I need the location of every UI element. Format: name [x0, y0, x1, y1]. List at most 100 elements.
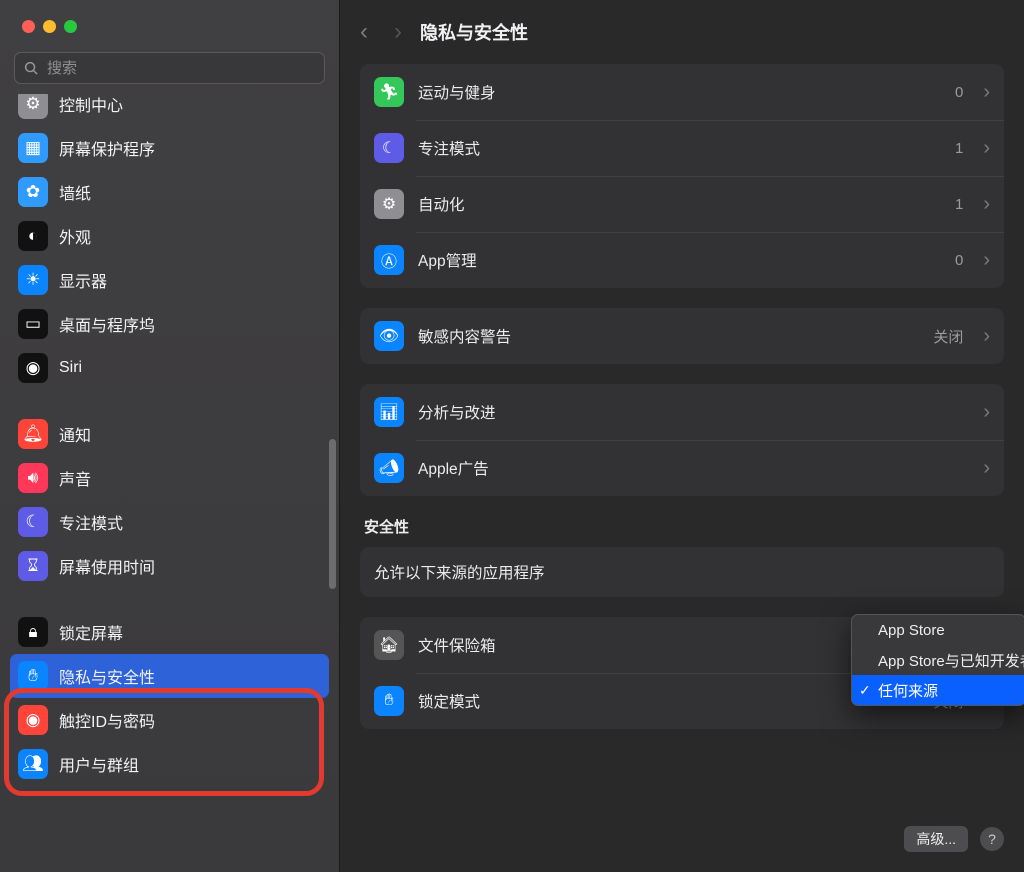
search-icon [24, 61, 39, 76]
hourglass-icon: ⌛︎ [18, 551, 48, 581]
dropdown-option-anywhere[interactable]: ✓任何来源 [852, 675, 1024, 705]
advanced-button[interactable]: 高级... [904, 826, 968, 852]
main-panel: ‹ › 隐私与安全性 🏃︎ 运动与健身 0 › ☾ 专注模式 1 › [340, 0, 1024, 872]
dropdown-option-label: 任何来源 [878, 680, 938, 701]
sidebar-item-label: 用户与群组 [59, 752, 139, 776]
sidebar-item-label: 墙纸 [59, 180, 91, 204]
row-label: App管理 [418, 249, 941, 271]
vault-icon: 🏠︎ [374, 630, 404, 660]
sidebar-item-wallpaper[interactable]: ✿墙纸 [10, 170, 329, 214]
allow-apps-dropdown[interactable]: App Store App Store与已知开发者 ✓任何来源 [851, 614, 1024, 706]
dropdown-option-app-store-identified[interactable]: App Store与已知开发者 [852, 645, 1024, 675]
chevron-right-icon: › [983, 249, 990, 272]
security-heading: 安全性 [360, 516, 1004, 547]
row-automation[interactable]: ⚙︎ 自动化 1 › [360, 176, 1004, 232]
row-analytics[interactable]: 📊︎ 分析与改进 › [360, 384, 1004, 440]
settings-window: ⚙︎控制中心 ▦ 屏幕保护程序 ✿墙纸 ◐外观 ☀︎ 显示器 ▭桌面与程序坞 ◉Si… [0, 0, 1024, 872]
row-app-management[interactable]: Ⓐ App管理 0 › [360, 232, 1004, 288]
sidebar-item-label: 专注模式 [59, 510, 123, 534]
hand-icon: ✋︎ [18, 661, 48, 691]
speaker-icon: 🔊︎ [18, 463, 48, 493]
row-label: 专注模式 [418, 137, 941, 159]
sidebar-item-label: 屏幕使用时间 [59, 554, 155, 578]
privacy-group-1: 🏃︎ 运动与健身 0 › ☾ 专注模式 1 › ⚙︎ 自动化 1 › [360, 64, 1004, 288]
fingerprint-icon: ◉ [18, 705, 48, 735]
titlebar: ‹ › 隐私与安全性 [340, 0, 1024, 64]
row-value: 0 [955, 252, 963, 269]
row-label: 运动与健身 [418, 81, 941, 103]
minimize-window-button[interactable] [43, 20, 56, 33]
search-input[interactable] [47, 60, 315, 77]
chevron-right-icon: › [983, 325, 990, 348]
dropdown-option-label: App Store [878, 622, 945, 639]
row-value: 关闭 [933, 326, 963, 347]
footer: 高级... ? [904, 826, 1004, 852]
sidebar-item-label: 通知 [59, 422, 91, 446]
sidebar-item-desktop-dock[interactable]: ▭桌面与程序坞 [10, 302, 329, 346]
sidebar-item-siri[interactable]: ◉Siri [10, 346, 329, 390]
runner-icon: 🏃︎ [374, 77, 404, 107]
row-value: 1 [955, 140, 963, 157]
dock-icon: ▭ [18, 309, 48, 339]
sidebar-item-screensaver[interactable]: ▦ 屏幕保护程序 [10, 126, 329, 170]
gears-icon: ⚙︎ [374, 189, 404, 219]
sidebar-item-sound[interactable]: 🔊︎ 声音 [10, 456, 329, 500]
sidebar-item-label: 屏幕保护程序 [59, 136, 155, 160]
row-label: 允许以下来源的应用程序 [374, 561, 990, 583]
nav-forward-button[interactable]: › [394, 20, 402, 44]
dropdown-option-app-store[interactable]: App Store [852, 615, 1024, 645]
sidebar-scrollbar[interactable] [329, 439, 336, 589]
screensaver-icon: ▦ [18, 133, 48, 163]
row-value: 0 [955, 84, 963, 101]
row-label: 文件保险箱 [418, 634, 919, 656]
search-field[interactable] [14, 52, 325, 84]
sidebar-item-notifications[interactable]: 🔔︎ 通知 [10, 412, 329, 456]
bell-icon: 🔔︎ [18, 419, 48, 449]
row-value: 1 [955, 196, 963, 213]
content-scroll[interactable]: 🏃︎ 运动与健身 0 › ☾ 专注模式 1 › ⚙︎ 自动化 1 › [340, 64, 1024, 872]
sidebar-item-label: 显示器 [59, 268, 107, 292]
sun-icon: ☀︎ [18, 265, 48, 295]
sidebar-item-label: 触控ID与密码 [59, 708, 155, 732]
contrast-icon: ◐ [18, 221, 48, 251]
sliders-icon: ⚙︎ [18, 94, 48, 119]
sidebar-item-control-center[interactable]: ⚙︎控制中心 [10, 94, 329, 126]
sidebar-item-displays[interactable]: ☀︎ 显示器 [10, 258, 329, 302]
page-title: 隐私与安全性 [420, 19, 528, 45]
row-sensitive-content[interactable]: 👁︎ 敏感内容警告 关闭 › [360, 308, 1004, 364]
chevron-right-icon: › [983, 401, 990, 424]
sidebar-item-appearance[interactable]: ◐外观 [10, 214, 329, 258]
sidebar-item-label: 隐私与安全性 [59, 664, 155, 688]
sidebar-item-label: 锁定屏幕 [59, 620, 123, 644]
sidebar-item-users-groups[interactable]: 👥︎用户与群组 [10, 742, 329, 786]
sidebar-item-touchid[interactable]: ◉ 触控ID与密码 [10, 698, 329, 742]
sidebar: ⚙︎控制中心 ▦ 屏幕保护程序 ✿墙纸 ◐外观 ☀︎ 显示器 ▭桌面与程序坞 ◉Si… [0, 0, 340, 872]
dropdown-option-label: App Store与已知开发者 [878, 650, 1024, 671]
sidebar-item-label: 声音 [59, 466, 91, 490]
row-label: 分析与改进 [418, 401, 963, 423]
chevron-right-icon: › [983, 81, 990, 104]
sidebar-item-privacy-security[interactable]: ✋︎ 隐私与安全性 [10, 654, 329, 698]
sidebar-item-lockscreen[interactable]: 🔒︎ 锁定屏幕 [10, 610, 329, 654]
chevron-right-icon: › [983, 457, 990, 480]
row-allow-apps-from[interactable]: 允许以下来源的应用程序 [360, 547, 1004, 597]
sidebar-item-focus[interactable]: ☾ 专注模式 [10, 500, 329, 544]
sidebar-scroll[interactable]: ⚙︎控制中心 ▦ 屏幕保护程序 ✿墙纸 ◐外观 ☀︎ 显示器 ▭桌面与程序坞 ◉Si… [0, 94, 339, 872]
zoom-window-button[interactable] [64, 20, 77, 33]
moon-icon: ☾ [18, 507, 48, 537]
close-window-button[interactable] [22, 20, 35, 33]
hand-icon: ✋︎ [374, 686, 404, 716]
chevron-right-icon: › [983, 193, 990, 216]
nav-back-button[interactable]: ‹ [360, 20, 368, 44]
help-button[interactable]: ? [980, 827, 1004, 851]
appstore-icon: Ⓐ [374, 245, 404, 275]
row-apple-ads[interactable]: 📣︎ Apple广告 › [360, 440, 1004, 496]
row-label: 锁定模式 [418, 690, 919, 712]
lock-icon: 🔒︎ [18, 617, 48, 647]
row-focus[interactable]: ☾ 专注模式 1 › [360, 120, 1004, 176]
privacy-group-2: 👁︎ 敏感内容警告 关闭 › [360, 308, 1004, 364]
sidebar-item-screentime[interactable]: ⌛︎ 屏幕使用时间 [10, 544, 329, 588]
eye-icon: 👁︎ [374, 321, 404, 351]
row-motion-fitness[interactable]: 🏃︎ 运动与健身 0 › [360, 64, 1004, 120]
row-label: 敏感内容警告 [418, 325, 919, 347]
